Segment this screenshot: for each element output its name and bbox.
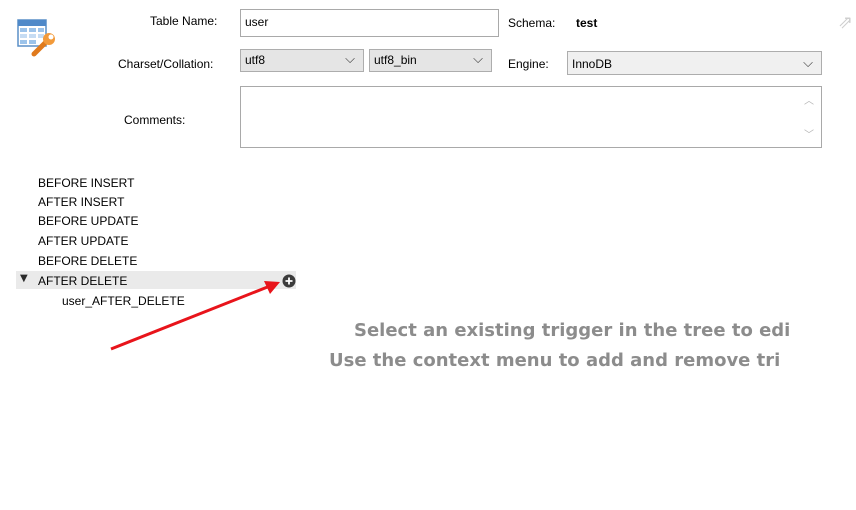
chevron-down-icon: ⌵ — [803, 56, 813, 71]
triangle-down-icon[interactable]: ▼ — [20, 273, 28, 284]
comments-textarea[interactable] — [240, 86, 822, 148]
engine-select[interactable]: InnoDB ⌵ — [567, 51, 822, 75]
scroll-up-icon[interactable]: ︿ — [804, 92, 814, 107]
table-wrench-icon — [16, 14, 58, 58]
charset-value: utf8 — [245, 53, 266, 67]
comments-label: Comments: — [124, 113, 186, 127]
collation-select[interactable]: utf8_bin ⌵ — [369, 49, 492, 72]
charset-label: Charset/Collation: — [118, 57, 214, 71]
chevron-down-icon: ⌵ — [473, 52, 483, 67]
red-arrow-annotation — [110, 281, 280, 351]
schema-value: test — [576, 16, 598, 30]
tree-item-before-insert[interactable]: BEFORE INSERT — [38, 176, 134, 190]
hint-line-1: Select an existing trigger in the tree t… — [354, 320, 791, 341]
table-name-label: Table Name: — [150, 14, 218, 28]
collation-value: utf8_bin — [374, 53, 417, 67]
schema-label: Schema: — [508, 16, 556, 30]
charset-select[interactable]: utf8 ⌵ — [240, 49, 364, 72]
collapse-icon[interactable]: ⇗ — [838, 12, 853, 33]
engine-value: InnoDB — [572, 57, 613, 71]
chevron-down-icon: ⌵ — [345, 52, 355, 67]
tree-item-before-delete[interactable]: BEFORE DELETE — [38, 254, 137, 268]
scroll-down-icon[interactable]: ﹀ — [804, 126, 814, 141]
tree-item-after-insert[interactable]: AFTER INSERT — [38, 195, 124, 209]
table-name-input[interactable] — [240, 9, 499, 37]
tree-item-before-update[interactable]: BEFORE UPDATE — [38, 214, 138, 228]
tree-item-after-update[interactable]: AFTER UPDATE — [38, 234, 128, 248]
hint-line-2: Use the context menu to add and remove t… — [329, 350, 781, 371]
engine-label: Engine: — [508, 57, 549, 71]
